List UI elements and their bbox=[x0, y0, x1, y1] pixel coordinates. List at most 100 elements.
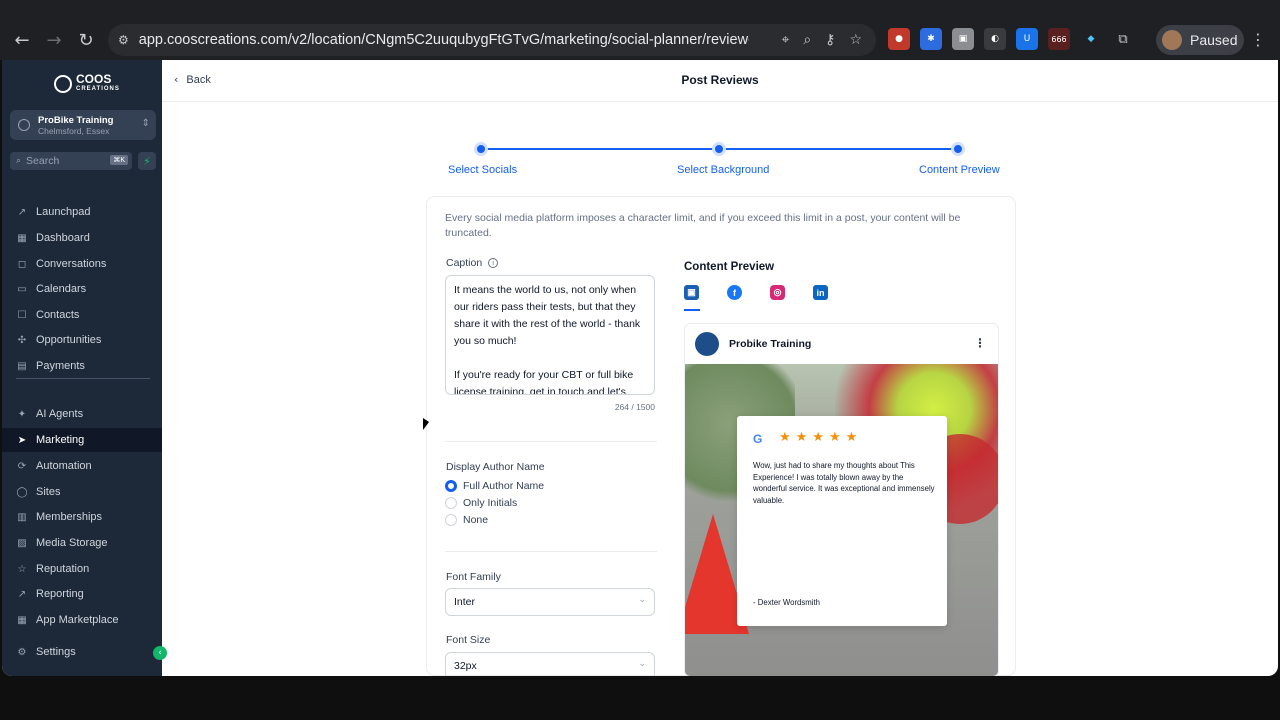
info-icon[interactable]: i bbox=[488, 258, 499, 268]
radio-button-selected[interactable] bbox=[445, 480, 457, 492]
app-window: COOS CREATIONS ProBike Training Chelmsfor… bbox=[2, 60, 1278, 676]
brand-logo[interactable]: COOS CREATIONS bbox=[54, 73, 120, 94]
sidebar: COOS CREATIONS ProBike Training Chelmsfor… bbox=[2, 60, 162, 676]
step-dot-1[interactable] bbox=[474, 142, 488, 156]
sidebar-item-sites[interactable]: ◯ Sites bbox=[2, 480, 162, 504]
post-background-image: G ★★★★★ Wow, just had to share my though… bbox=[685, 364, 998, 676]
sidebar-item-media-storage[interactable]: ▨ Media Storage bbox=[2, 531, 162, 555]
browser-forward-icon[interactable]: → bbox=[38, 24, 70, 56]
sidebar-item-label: Opportunities bbox=[36, 334, 102, 346]
radio-none[interactable]: None bbox=[445, 514, 488, 526]
font-family-label: Font Family bbox=[446, 571, 501, 583]
location-icon[interactable]: ⌖ bbox=[781, 32, 789, 48]
google-icon: G bbox=[753, 432, 763, 446]
step-label-select-background[interactable]: Select Background bbox=[677, 164, 769, 176]
radio-only-initials[interactable]: Only Initials bbox=[445, 497, 517, 509]
sidebar-item-calendars[interactable]: ▭ Calendars bbox=[2, 277, 162, 301]
step-label-select-socials[interactable]: Select Socials bbox=[448, 164, 517, 176]
font-family-select[interactable]: Inter ⌄ bbox=[445, 588, 655, 616]
linkedin-icon[interactable]: in bbox=[813, 285, 828, 300]
logo-gear-icon bbox=[54, 75, 72, 93]
sidebar-item-opportunities[interactable]: ✣ Opportunities bbox=[2, 328, 162, 352]
url-text[interactable]: app.cooscreations.com/v2/location/CNgm5C… bbox=[139, 32, 749, 48]
extension-icon-5[interactable]: U bbox=[1016, 28, 1038, 50]
page-title: Post Reviews bbox=[681, 73, 759, 87]
sidebar-item-reputation[interactable]: ☆ Reputation bbox=[2, 557, 162, 581]
browser-reload-icon[interactable]: ↻ bbox=[70, 24, 102, 56]
step-dot-2[interactable] bbox=[712, 142, 726, 156]
sidebar-item-settings[interactable]: ⚙ Settings bbox=[2, 640, 162, 664]
sidebar-item-contacts[interactable]: ☐ Contacts bbox=[2, 303, 162, 327]
sidebar-item-label: Sites bbox=[36, 486, 61, 498]
radio-full-author-name[interactable]: Full Author Name bbox=[445, 480, 544, 492]
facebook-icon[interactable]: f bbox=[727, 285, 742, 300]
location-switcher[interactable]: ProBike Training Chelmsford, Essex ⇕ bbox=[10, 110, 156, 140]
extension-icon-2[interactable]: ✱ bbox=[920, 28, 942, 50]
font-size-select[interactable]: 32px ⌄ bbox=[445, 652, 655, 676]
review-text: Wow, just had to share my thoughts about… bbox=[753, 461, 935, 505]
sidebar-search-input[interactable]: ⌕ Search ⌘K bbox=[10, 152, 132, 170]
extension-diamond-icon[interactable]: ◆ bbox=[1080, 28, 1102, 50]
sidebar-item-label: Dashboard bbox=[36, 232, 90, 244]
font-size-label: Font Size bbox=[446, 634, 491, 646]
sidebar-item-app-marketplace[interactable]: ▦ App Marketplace bbox=[2, 608, 162, 632]
address-bar[interactable]: ⚙ app.cooscreations.com/v2/location/CNgm… bbox=[108, 24, 876, 56]
sidebar-item-label: Reputation bbox=[36, 563, 90, 575]
collapse-sidebar-icon[interactable]: ‹ bbox=[153, 646, 167, 660]
extension-icon-3[interactable]: ▣ bbox=[952, 28, 974, 50]
step-label-content-preview[interactable]: Content Preview bbox=[919, 164, 1000, 176]
sidebar-item-dashboard[interactable]: ▦ Dashboard bbox=[2, 226, 162, 250]
sidebar-item-label: App Marketplace bbox=[36, 614, 119, 626]
sidebar-item-payments[interactable]: ▤ Payments bbox=[2, 354, 162, 378]
payments-icon: ▤ bbox=[17, 360, 27, 372]
zoom-icon[interactable]: ⌕ bbox=[803, 32, 811, 48]
section-divider bbox=[445, 441, 657, 442]
extension-badge-icon[interactable]: 666 bbox=[1048, 28, 1070, 50]
instagram-icon[interactable]: ◎ bbox=[770, 285, 785, 300]
radio-button[interactable] bbox=[445, 497, 457, 509]
sidebar-item-automation[interactable]: ⟳ Automation bbox=[2, 454, 162, 478]
quick-action-bolt-icon[interactable]: ⚡ bbox=[138, 152, 156, 170]
post-avatar bbox=[695, 332, 719, 356]
font-family-value: Inter bbox=[454, 596, 476, 608]
browser-menu-icon[interactable]: ⋮ bbox=[1250, 30, 1266, 49]
extensions-puzzle-icon[interactable]: ⧉ bbox=[1112, 28, 1134, 50]
bookmark-star-icon[interactable]: ☆ bbox=[849, 32, 862, 48]
sidebar-item-label: Settings bbox=[36, 646, 76, 658]
sidebar-item-marketing[interactable]: ➤ Marketing bbox=[2, 428, 162, 452]
google-business-icon[interactable]: ▣ bbox=[684, 285, 699, 300]
browser-back-icon[interactable]: ← bbox=[6, 24, 38, 56]
step-dot-3[interactable] bbox=[951, 142, 965, 156]
profile-button[interactable]: Paused bbox=[1156, 25, 1244, 55]
sidebar-item-label: Automation bbox=[36, 460, 92, 472]
font-size-value: 32px bbox=[454, 660, 477, 672]
sidebar-item-label: Conversations bbox=[36, 258, 107, 270]
caption-char-counter: 264 / 1500 bbox=[614, 402, 655, 412]
post-preview: Probike Training ⋮ G ★★★★★ Wow, just had… bbox=[684, 323, 999, 676]
sidebar-item-launchpad[interactable]: ↗ Launchpad bbox=[2, 200, 162, 224]
marketplace-icon: ▦ bbox=[17, 614, 27, 626]
sidebar-item-label: Memberships bbox=[36, 511, 103, 523]
sidebar-item-label: Reporting bbox=[36, 588, 84, 600]
more-options-icon[interactable]: ⋮ bbox=[974, 336, 986, 350]
radio-button[interactable] bbox=[445, 514, 457, 526]
location-icon bbox=[18, 119, 30, 131]
chevron-updown-icon: ⇕ bbox=[141, 118, 150, 129]
sidebar-item-memberships[interactable]: ▥ Memberships bbox=[2, 505, 162, 529]
extension-icon-1[interactable]: ● bbox=[888, 28, 910, 50]
sidebar-item-ai-agents[interactable]: ✦ AI Agents bbox=[2, 402, 162, 426]
profile-status: Paused bbox=[1190, 32, 1238, 48]
sidebar-item-conversations[interactable]: ◻ Conversations bbox=[2, 252, 162, 276]
memberships-icon: ▥ bbox=[17, 511, 27, 523]
chart-icon: ↗ bbox=[17, 588, 27, 600]
review-post-card: Every social media platform imposes a ch… bbox=[426, 196, 1016, 676]
caption-textarea[interactable]: It means the world to us, not only when … bbox=[445, 275, 655, 395]
ai-icon: ✦ bbox=[17, 408, 27, 420]
extension-icon-4[interactable]: ◐ bbox=[984, 28, 1006, 50]
site-info-icon[interactable]: ⚙ bbox=[118, 33, 129, 47]
key-icon[interactable]: ⚷ bbox=[825, 32, 835, 48]
sidebar-item-reporting[interactable]: ↗ Reporting bbox=[2, 582, 162, 606]
caption-label-text: Caption bbox=[446, 257, 483, 269]
review-card: G ★★★★★ Wow, just had to share my though… bbox=[737, 416, 947, 626]
gear-icon: ⚙ bbox=[17, 646, 27, 658]
